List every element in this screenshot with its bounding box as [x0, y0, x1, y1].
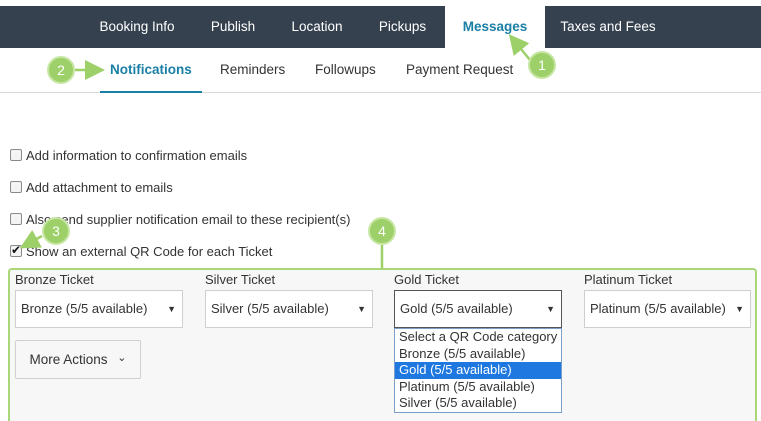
callout-4: 4	[368, 217, 396, 245]
dropdown-option[interactable]: Select a QR Code category	[395, 329, 561, 346]
dropdown-option-highlighted[interactable]: Gold (5/5 available)	[395, 362, 561, 379]
subtab-payment-request[interactable]: Payment Request	[406, 48, 513, 92]
option-add-info-confirmation: Add information to confirmation emails	[10, 146, 247, 164]
select-value: Platinum (5/5 available)	[590, 301, 726, 316]
dropdown-arrow-icon: ▼	[167, 304, 176, 314]
gold-ticket-dropdown-list: Select a QR Code category Bronze (5/5 av…	[394, 328, 562, 413]
more-actions-button[interactable]: More Actions ⌄	[15, 340, 141, 379]
dropdown-arrow-icon: ▼	[735, 304, 744, 314]
dropdown-arrow-icon: ▼	[546, 304, 555, 314]
tab-pickups[interactable]: Pickups	[360, 6, 445, 48]
more-actions-label: More Actions	[29, 352, 108, 367]
tab-taxes-and-fees[interactable]: Taxes and Fees	[545, 6, 671, 48]
select-value: Bronze (5/5 available)	[21, 301, 148, 316]
checkbox[interactable]	[10, 181, 22, 193]
dropdown-arrow-icon: ▼	[357, 304, 366, 314]
tab-booking-info[interactable]: Booking Info	[82, 6, 192, 48]
platinum-ticket-label: Platinum Ticket	[584, 272, 673, 287]
tab-messages[interactable]: Messages	[445, 6, 545, 48]
subtab-reminders[interactable]: Reminders	[220, 48, 285, 92]
option-add-attachment: Add attachment to emails	[10, 178, 173, 196]
chevron-down-icon: ⌄	[117, 352, 127, 364]
bronze-ticket-select[interactable]: Bronze (5/5 available) ▼	[15, 290, 183, 328]
checkbox[interactable]	[10, 213, 22, 225]
option-label: Add attachment to emails	[26, 179, 173, 195]
sub-tab-bar: Notifications Reminders Followups Paymen…	[0, 48, 761, 93]
option-label: Show an external QR Code for each Ticket	[26, 243, 273, 259]
select-value: Gold (5/5 available)	[400, 301, 513, 316]
tab-publish[interactable]: Publish	[192, 6, 274, 48]
callout-3: 3	[42, 217, 70, 245]
option-label: Also send supplier notification email to…	[26, 211, 351, 227]
callout-2: 2	[47, 56, 75, 84]
silver-ticket-select[interactable]: Silver (5/5 available) ▼	[205, 290, 373, 328]
tab-location[interactable]: Location	[274, 6, 360, 48]
platinum-ticket-select[interactable]: Platinum (5/5 available) ▼	[584, 290, 751, 328]
select-value: Silver (5/5 available)	[211, 301, 329, 316]
checkbox-checked[interactable]	[10, 243, 22, 257]
dropdown-option[interactable]: Platinum (5/5 available)	[395, 379, 561, 396]
silver-ticket-label: Silver Ticket	[205, 272, 276, 287]
subtab-followups[interactable]: Followups	[315, 48, 376, 92]
checkbox[interactable]	[10, 149, 22, 161]
main-tab-bar: Booking Info Publish Location Pickups Me…	[0, 6, 761, 48]
option-external-qr: Show an external QR Code for each Ticket	[10, 242, 272, 260]
dropdown-option[interactable]: Bronze (5/5 available)	[395, 346, 561, 363]
dropdown-option[interactable]: Silver (5/5 available)	[395, 395, 561, 412]
option-label: Add information to confirmation emails	[26, 147, 248, 163]
subtab-notifications[interactable]: Notifications	[100, 48, 202, 93]
bronze-ticket-label: Bronze Ticket	[15, 272, 94, 287]
callout-1: 1	[528, 51, 556, 79]
gold-ticket-label: Gold Ticket	[394, 272, 460, 287]
gold-ticket-select[interactable]: Gold (5/5 available) ▼	[394, 290, 562, 328]
